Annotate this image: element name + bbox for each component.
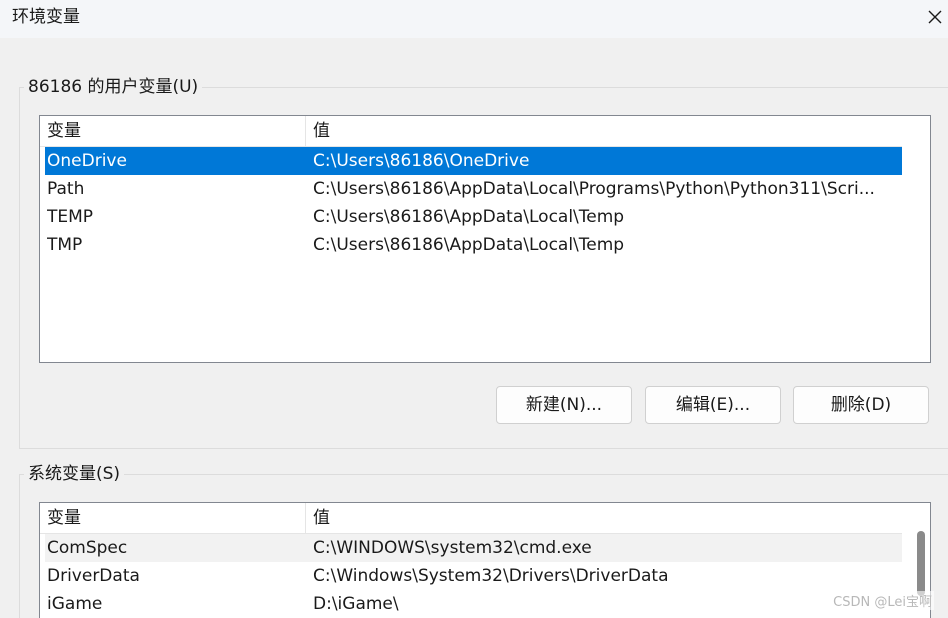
variable-value: C:\Users\86186\OneDrive: [313, 151, 530, 171]
variable-value: C:\Users\86186\AppData\Local\Temp: [313, 207, 625, 227]
column-header-variable[interactable]: 变量: [40, 503, 306, 533]
table-row[interactable]: OneDrive C:\Users\86186\OneDrive: [45, 147, 902, 175]
title-bar: 环境变量: [0, 0, 948, 38]
list-header: 变量 值: [40, 503, 902, 534]
table-row[interactable]: TEMP C:\Users\86186\AppData\Local\Temp: [45, 203, 902, 231]
variable-name: Path: [47, 179, 85, 199]
variable-value: C:\Users\86186\AppData\Local\Programs\Py…: [313, 179, 875, 199]
variable-name: iGame: [47, 594, 103, 614]
edit-user-variable-button[interactable]: 编辑(E)...: [645, 386, 781, 424]
variable-name: ComSpec: [47, 538, 128, 558]
user-variables-list[interactable]: 变量 值 OneDrive C:\Users\86186\OneDrive Pa…: [39, 115, 931, 363]
table-row[interactable]: Path C:\Users\86186\AppData\Local\Progra…: [45, 175, 902, 203]
variable-name: DriverData: [47, 566, 140, 586]
variable-value: C:\Windows\System32\Drivers\DriverData: [313, 566, 669, 586]
system-variables-list[interactable]: 变量 值 ComSpec C:\WINDOWS\system32\cmd.exe…: [39, 502, 931, 618]
window-title: 环境变量: [12, 7, 80, 27]
variable-value: C:\WINDOWS\system32\cmd.exe: [313, 538, 592, 558]
watermark: CSDN @Lei宝啊: [831, 591, 934, 610]
variable-value: D:\iGame\: [313, 594, 399, 614]
variable-name: TMP: [47, 235, 83, 255]
close-button[interactable]: [922, 0, 948, 34]
column-header-value[interactable]: 值: [306, 503, 902, 533]
table-row[interactable]: TMP C:\Users\86186\AppData\Local\Temp: [45, 231, 902, 259]
environment-variables-dialog: 环境变量 86186 的用户变量(U) 变量 值 OneDrive C:\Use…: [0, 0, 948, 618]
table-row[interactable]: iGame D:\iGame\: [45, 590, 902, 618]
column-header-variable[interactable]: 变量: [40, 116, 306, 146]
variable-name: OneDrive: [47, 151, 127, 171]
system-variables-label: 系统变量(S): [24, 463, 125, 485]
new-user-variable-button[interactable]: 新建(N)...: [496, 386, 632, 424]
column-header-value[interactable]: 值: [306, 116, 902, 146]
variable-name: TEMP: [47, 207, 94, 227]
user-variables-label: 86186 的用户变量(U): [24, 76, 203, 98]
scrollbar-thumb[interactable]: [917, 531, 925, 596]
delete-user-variable-button[interactable]: 删除(D): [793, 386, 929, 424]
table-row[interactable]: ComSpec C:\WINDOWS\system32\cmd.exe: [45, 534, 902, 562]
close-icon: [928, 10, 942, 24]
variable-value: C:\Users\86186\AppData\Local\Temp: [313, 235, 625, 255]
list-header: 变量 值: [40, 116, 902, 147]
table-row[interactable]: DriverData C:\Windows\System32\Drivers\D…: [45, 562, 902, 590]
